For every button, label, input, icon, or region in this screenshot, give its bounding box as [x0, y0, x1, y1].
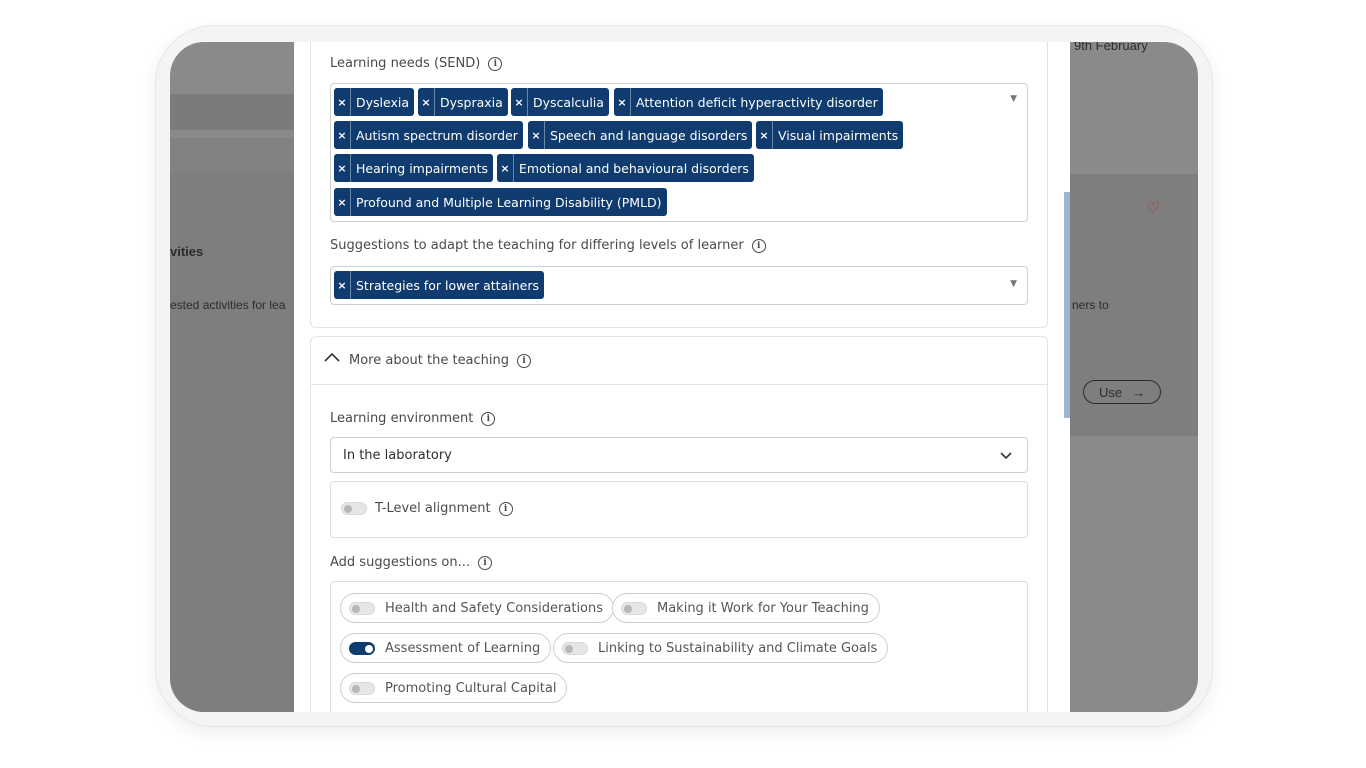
arrow-right-icon: → — [1132, 384, 1146, 400]
tlevel-label-text: T-Level alignment — [375, 501, 491, 516]
info-icon[interactable]: i — [751, 238, 766, 253]
tag-label: Attention deficit hyperactivity disorder — [636, 94, 878, 110]
screen: vities ested activities for lea 9th Febr… — [170, 42, 1198, 712]
tlevel-toggle[interactable] — [341, 502, 367, 515]
remove-tag-icon[interactable]: × — [334, 188, 351, 216]
info-icon[interactable]: i — [478, 555, 492, 570]
tag-label: Autism spectrum disorder — [356, 127, 518, 143]
option-label: Making it Work for Your Teaching — [657, 600, 869, 616]
tag-label: Speech and language disorders — [550, 127, 748, 143]
accordion-title-text: More about the teaching — [349, 353, 510, 368]
add-suggestions-label-text: Add suggestions on... — [330, 555, 470, 570]
learning-environment-label: Learning environment i — [330, 411, 496, 426]
teaching-options-modal: Learning needs (SEND) i ▼ × Dyslexia × D… — [294, 42, 1070, 712]
tlevel-box: T-Level alignment i — [330, 481, 1028, 538]
option-toggle[interactable] — [621, 601, 647, 615]
option-health-safety[interactable]: Health and Safety Considerations — [340, 593, 615, 623]
tag-learning-need: × Attention deficit hyperactivity disord… — [614, 88, 883, 116]
modal-scrollbar[interactable] — [1064, 192, 1070, 418]
bg-header-date: 9th February — [1074, 42, 1148, 53]
bg-left-heading: vities — [170, 244, 204, 259]
option-label: Assessment of Learning — [385, 640, 541, 656]
chevron-down-icon[interactable] — [999, 451, 1013, 461]
option-label: Promoting Cultural Capital — [385, 680, 557, 696]
option-label: Linking to Sustainability and Climate Go… — [598, 640, 878, 656]
info-icon[interactable]: i — [481, 411, 496, 426]
dropdown-caret-icon[interactable]: ▼ — [1010, 279, 1017, 289]
option-sustainability[interactable]: Linking to Sustainability and Climate Go… — [553, 633, 889, 663]
tag-label: Emotional and behavioural disorders — [519, 160, 749, 176]
option-assessment[interactable]: Assessment of Learning — [340, 633, 552, 663]
tag-learning-need: × Emotional and behavioural disorders — [497, 154, 754, 182]
bg-left-bar — [170, 94, 300, 130]
learning-needs-label: Learning needs (SEND) i — [330, 56, 503, 71]
bg-left-bar — [170, 138, 300, 172]
learning-environment-value: In the laboratory — [343, 447, 452, 463]
tag-label: Dyslexia — [356, 94, 410, 110]
option-toggle[interactable] — [349, 681, 375, 695]
tag-learning-need: × Dyslexia — [334, 88, 415, 116]
tag-label: Visual impairments — [778, 127, 899, 143]
tag-label: Hearing impairments — [356, 160, 489, 176]
use-button[interactable]: Use → — [1083, 380, 1161, 404]
add-suggestions-label: Add suggestions on... i — [330, 555, 492, 570]
learning-needs-label-text: Learning needs (SEND) — [330, 56, 481, 71]
more-about-teaching-card: More about the teaching i Learning envir… — [310, 336, 1048, 712]
bg-left-description: ested activities for lea — [170, 298, 286, 312]
tag-learning-need: × Dyspraxia — [418, 88, 508, 116]
suggestions-label-text: Suggestions to adapt the teaching for di… — [330, 238, 744, 253]
remove-tag-icon[interactable]: × — [614, 88, 631, 116]
option-toggle[interactable] — [349, 601, 375, 615]
tag-label: Dyspraxia — [440, 94, 503, 110]
tag-learning-need: × Dyscalculia — [511, 88, 609, 116]
learning-environment-select[interactable]: In the laboratory — [330, 437, 1028, 473]
info-icon[interactable]: i — [517, 353, 532, 368]
suggestions-label: Suggestions to adapt the teaching for di… — [330, 238, 766, 253]
remove-tag-icon[interactable]: × — [497, 154, 514, 182]
tag-learning-need: × Autism spectrum disorder — [334, 121, 523, 149]
tag-suggestion: × Strategies for lower attainers — [334, 271, 544, 299]
tag-learning-need: × Hearing impairments — [334, 154, 494, 182]
remove-tag-icon[interactable]: × — [334, 271, 351, 299]
tag-learning-need: × Speech and language disorders — [528, 121, 753, 149]
tag-label: Profound and Multiple Learning Disabilit… — [356, 194, 662, 210]
use-button-label: Use — [1098, 384, 1123, 400]
option-cultural-capital[interactable]: Promoting Cultural Capital — [340, 673, 568, 703]
option-toggle[interactable] — [562, 641, 588, 655]
remove-tag-icon[interactable]: × — [511, 88, 528, 116]
tag-learning-need: × Profound and Multiple Learning Disabil… — [334, 188, 667, 216]
remove-tag-icon[interactable]: × — [334, 121, 351, 149]
remove-tag-icon[interactable]: × — [528, 121, 545, 149]
favorite-heart-icon[interactable]: ♡ — [1146, 198, 1160, 217]
accordion-header[interactable]: More about the teaching i — [311, 337, 1047, 385]
tag-label: Strategies for lower attainers — [356, 277, 539, 293]
tlevel-label: T-Level alignment i — [375, 501, 513, 516]
info-icon[interactable]: i — [488, 56, 503, 71]
tag-label: Dyscalculia — [533, 94, 604, 110]
learning-environment-label-text: Learning environment — [330, 411, 474, 426]
option-toggle[interactable] — [349, 641, 375, 655]
remove-tag-icon[interactable]: × — [756, 121, 773, 149]
remove-tag-icon[interactable]: × — [334, 88, 351, 116]
accordion-title: More about the teaching i — [349, 353, 532, 368]
chevron-up-icon[interactable] — [323, 351, 341, 363]
remove-tag-icon[interactable]: × — [418, 88, 435, 116]
dropdown-caret-icon[interactable]: ▼ — [1010, 94, 1017, 104]
info-icon[interactable]: i — [498, 501, 513, 516]
option-label: Health and Safety Considerations — [385, 600, 604, 616]
remove-tag-icon[interactable]: × — [334, 154, 351, 182]
bg-right-description: ners to — [1072, 298, 1109, 312]
tag-learning-need: × Visual impairments — [756, 121, 904, 149]
option-making-it-work[interactable]: Making it Work for Your Teaching — [612, 593, 880, 623]
